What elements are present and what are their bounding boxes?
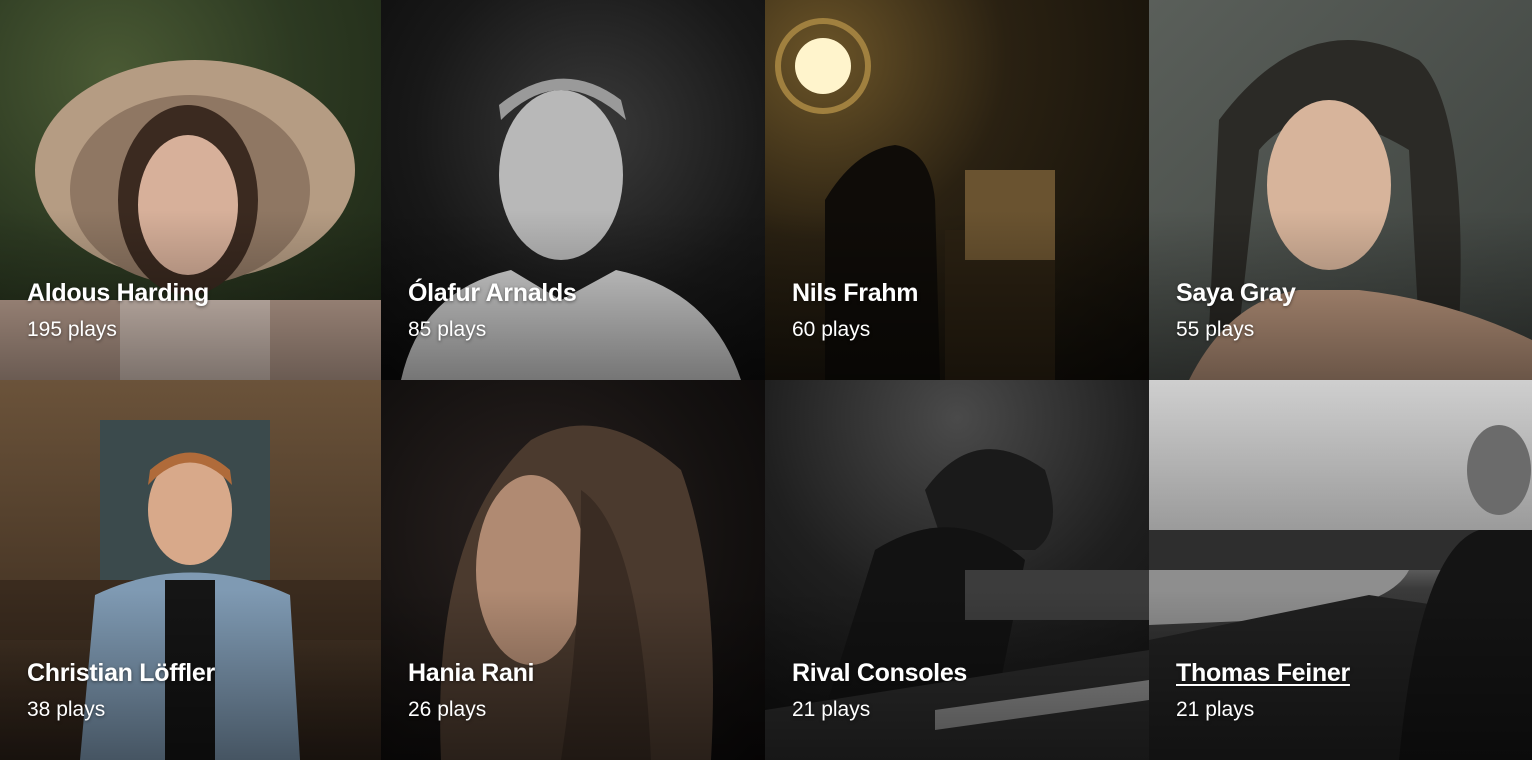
play-count: 21 plays: [792, 698, 871, 721]
artist-info: Saya Gray 55 plays: [1176, 276, 1296, 344]
artist-name[interactable]: Hania Rani: [408, 656, 535, 690]
artist-grid: Aldous Harding 195 plays Ólafur Arnalds …: [0, 0, 1532, 760]
artist-name[interactable]: Christian Löffler: [27, 656, 215, 690]
artist-card-thomas-feiner[interactable]: Thomas Feiner 21 plays: [1149, 380, 1532, 760]
artist-card-olafur-arnalds[interactable]: Ólafur Arnalds 85 plays: [381, 0, 765, 380]
play-count: 26 plays: [408, 698, 487, 721]
artist-card-saya-gray[interactable]: Saya Gray 55 plays: [1149, 0, 1532, 380]
artist-info: Rival Consoles 21 plays: [792, 656, 967, 724]
artist-info: Aldous Harding 195 plays: [27, 276, 209, 344]
artist-card-aldous-harding[interactable]: Aldous Harding 195 plays: [0, 0, 381, 380]
artist-info: Hania Rani 26 plays: [408, 656, 535, 724]
artist-info: Thomas Feiner 21 plays: [1176, 656, 1350, 724]
artist-card-hania-rani[interactable]: Hania Rani 26 plays: [381, 380, 765, 760]
artist-name[interactable]: Saya Gray: [1176, 276, 1296, 310]
artist-info: Ólafur Arnalds 85 plays: [408, 276, 577, 344]
artist-name[interactable]: Nils Frahm: [792, 276, 919, 310]
artist-name[interactable]: Rival Consoles: [792, 656, 967, 690]
play-count: 195 plays: [27, 318, 117, 341]
play-count: 38 plays: [27, 698, 106, 721]
artist-name[interactable]: Thomas Feiner: [1176, 656, 1350, 690]
artist-info: Nils Frahm 60 plays: [792, 276, 919, 344]
play-count: 55 plays: [1176, 318, 1255, 341]
artist-card-nils-frahm[interactable]: Nils Frahm 60 plays: [765, 0, 1149, 380]
artist-info: Christian Löffler 38 plays: [27, 656, 215, 724]
play-count: 60 plays: [792, 318, 871, 341]
artist-card-rival-consoles[interactable]: Rival Consoles 21 plays: [765, 380, 1149, 760]
play-count: 85 plays: [408, 318, 487, 341]
artist-card-christian-loffler[interactable]: Christian Löffler 38 plays: [0, 380, 381, 760]
play-count: 21 plays: [1176, 698, 1255, 721]
artist-name[interactable]: Aldous Harding: [27, 276, 209, 310]
artist-name[interactable]: Ólafur Arnalds: [408, 276, 577, 310]
